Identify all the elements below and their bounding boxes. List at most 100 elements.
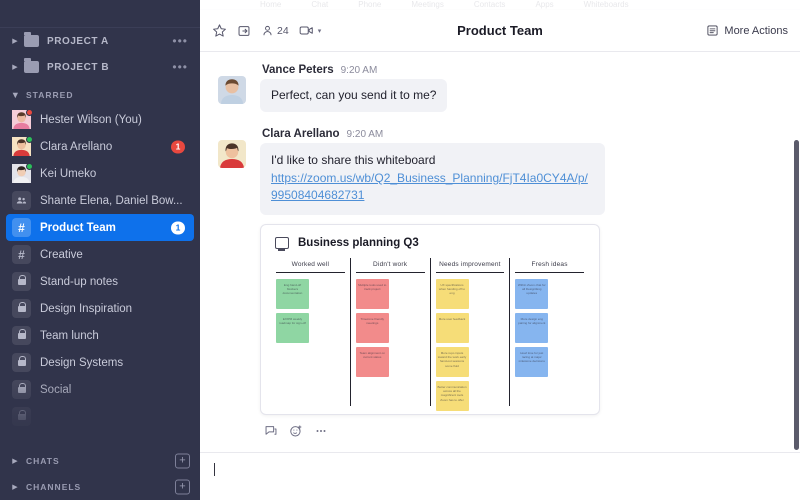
avatar[interactable] — [218, 76, 246, 104]
sidebar-item-label: Creative — [40, 248, 83, 261]
star-icon[interactable] — [212, 23, 227, 38]
folder-icon — [24, 32, 39, 47]
lock-icon — [12, 353, 31, 372]
sticky-note[interactable]: Multiple tools used to track project — [355, 278, 389, 309]
nav-tab-chat[interactable]: Chat — [311, 0, 328, 9]
sidebar-item-shante-elena-daniel-bow[interactable]: Shante Elena, Daniel Bow... — [6, 187, 194, 214]
text-cursor — [214, 463, 215, 476]
zoom-chat-window: ▶ PROJECT A ••• ▶ PROJECT B ••• ▶ STARRED Hes… — [0, 0, 800, 500]
sticky-note[interactable]: Eng hand-off blockers documentation — [276, 278, 309, 309]
nav-tab-home[interactable]: Home — [260, 0, 281, 9]
hash-icon: # — [12, 245, 31, 264]
whiteboard-link[interactable]: https://zoom.us/wb/Q2_Business_Planning/… — [271, 170, 594, 205]
more-horizontal-icon[interactable] — [314, 424, 328, 438]
sidebar-item-stand-up-notes[interactable]: Stand-up notes — [6, 268, 194, 295]
avatar — [12, 163, 33, 183]
top-navigation-tabs[interactable]: Home Chat Phone Meetings Contacts Apps Whitebo… — [200, 0, 800, 10]
add-icon[interactable]: + — [175, 479, 190, 495]
message-timestamp: 9:20 AM — [346, 129, 384, 141]
section-label: CHATS — [26, 456, 60, 466]
sidebar-section-chats[interactable]: ▶ CHATS + — [0, 448, 200, 474]
whiteboard-column: Fresh ideas Within Zoom chat for all Desi… — [509, 257, 589, 406]
more-actions-button[interactable]: More Actions — [706, 24, 788, 37]
avatar[interactable] — [218, 140, 246, 169]
presence-indicator-green — [26, 136, 33, 143]
whiteboard-preview-card[interactable]: Business planning Q3 Worked well Eng hand… — [260, 223, 600, 415]
add-icon[interactable]: + — [175, 453, 190, 469]
nav-tab-whiteboards[interactable]: Whiteboards — [584, 0, 629, 9]
sticky-note[interactable]: Better communication across all the magn… — [435, 380, 469, 411]
whiteboard-notes: Eng hand-off blockers documentation EX/PM… — [276, 273, 345, 343]
sidebar-item-creative[interactable]: # Creative — [6, 241, 194, 268]
more-actions-label: More Actions — [724, 24, 788, 37]
project-menu-icon[interactable]: ••• — [172, 61, 188, 73]
whiteboard-column: Worked well Eng hand-off blockers documen… — [271, 258, 350, 406]
sidebar-item-product-team[interactable]: # Product Team 1 — [6, 214, 194, 241]
message-text: Perfect, can you send it to me? — [260, 79, 448, 113]
chevron-right-icon: ▶ — [12, 63, 18, 71]
whiteboard-column-header: Needs improvement — [435, 258, 505, 273]
whiteboard-icon — [275, 236, 289, 251]
sidebar-item-label: Design Inspiration — [40, 302, 133, 315]
video-camera-button[interactable]: ▾ — [299, 24, 322, 37]
sidebar-top-strip — [0, 0, 200, 28]
sticky-note[interactable]: Howl time for just racing at major miles… — [515, 346, 549, 377]
reply-icon[interactable] — [264, 424, 278, 438]
message-list: Vance Peters 9:20 AM Perfect, can you se… — [200, 52, 800, 452]
whiteboard-notes: UX specifications when handing off to en… — [435, 273, 505, 411]
list-icon — [706, 24, 719, 37]
message-item: Vance Peters 9:20 AM Perfect, can you se… — [200, 62, 800, 113]
project-menu-icon[interactable]: ••• — [172, 35, 188, 47]
sidebar-project-a[interactable]: ▶ PROJECT A ••• — [0, 28, 200, 54]
whiteboard-header: Business planning Q3 — [271, 235, 589, 258]
nav-tab-contacts[interactable]: Contacts — [474, 0, 506, 9]
lock-icon — [12, 272, 31, 291]
project-label: PROJECT A — [47, 35, 109, 47]
whiteboard-title: Business planning Q3 — [298, 236, 419, 249]
whiteboard-column-header: Fresh ideas — [515, 258, 584, 273]
members-button[interactable]: 24 — [261, 24, 289, 37]
nav-tab-phone[interactable]: Phone — [358, 0, 381, 9]
nav-tab-apps[interactable]: Apps — [535, 0, 553, 9]
sidebar-item-clara-arellano[interactable]: Clara Arellano 1 — [6, 133, 194, 160]
sidebar-item-hester-wilson-you[interactable]: Hester Wilson (You) — [6, 106, 194, 133]
sticky-note[interactable]: More design eng pairing for alignment — [515, 312, 549, 343]
sticky-note[interactable]: Within Zoom chat for all Design/Eng upda… — [515, 278, 549, 309]
sticky-note[interactable]: More user feedback — [435, 312, 469, 343]
main-panel: Home Chat Phone Meetings Contacts Apps Whitebo… — [200, 0, 800, 500]
sidebar-item-label: Product Team — [40, 221, 116, 234]
channel-toolbar: 24 ▾ Product Team More Actions — [200, 10, 800, 52]
message-body: Vance Peters 9:20 AM Perfect, can you se… — [260, 62, 782, 113]
sticky-note[interactable]: EX/PM weekly roadmap for sign-off — [276, 312, 309, 343]
members-count: 24 — [277, 24, 289, 37]
avatar — [12, 109, 33, 129]
sidebar-item-team-lunch[interactable]: Team lunch — [6, 322, 194, 349]
group-avatar-icon — [12, 191, 31, 210]
lock-icon — [12, 299, 31, 318]
sidebar-item-label: Shante Elena, Daniel Bow... — [40, 194, 183, 207]
sidebar-item-kei-umeko[interactable]: Kei Umeko — [6, 160, 194, 187]
starred-label: STARRED — [26, 90, 74, 100]
chevron-down-icon: ▾ — [317, 27, 322, 35]
emoji-reaction-icon[interactable] — [289, 424, 303, 438]
avatar-column — [218, 126, 260, 437]
starred-group-header[interactable]: ▶ STARRED — [0, 84, 200, 106]
sidebar-item-social[interactable]: Social — [6, 376, 194, 403]
sidebar-section-channels[interactable]: ▶ CHANNELS + — [0, 474, 200, 500]
sidebar-item-design-inspiration[interactable]: Design Inspiration — [6, 295, 194, 322]
sticky-note[interactable]: Timezone friendly meetings — [355, 312, 389, 343]
sidebar-item-item[interactable] — [6, 403, 194, 430]
message-composer[interactable] — [200, 452, 800, 500]
nav-tab-meetings[interactable]: Meetings — [411, 0, 443, 9]
sidebar-item-label: Kei Umeko — [40, 167, 97, 180]
message-item: Clara Arellano 9:20 AM I'd like to share… — [200, 126, 800, 437]
sticky-note[interactable]: More repo inputs toward the work early h… — [435, 346, 469, 377]
sticky-note[interactable]: UX specifications when handing off to en… — [435, 278, 469, 309]
chevron-right-icon: ▶ — [12, 37, 18, 45]
sidebar-item-design-systems[interactable]: Design Systems — [6, 349, 194, 376]
sticky-note[interactable]: Team alignment on current status — [355, 346, 389, 377]
vertical-scrollbar[interactable] — [794, 140, 799, 450]
sidebar-project-b[interactable]: ▶ PROJECT B ••• — [0, 54, 200, 80]
open-in-new-icon[interactable] — [237, 24, 251, 38]
message-body: Clara Arellano 9:20 AM I'd like to share… — [260, 126, 782, 437]
